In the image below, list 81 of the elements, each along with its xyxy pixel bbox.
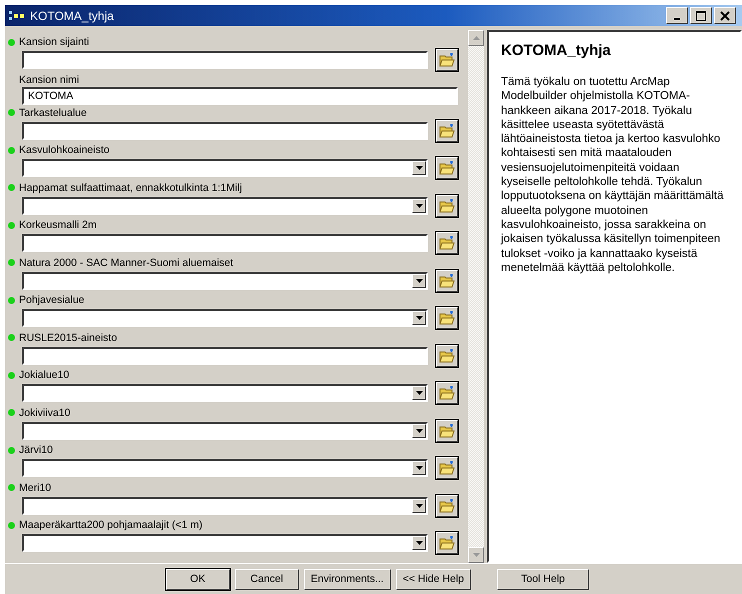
browse-button[interactable] xyxy=(436,382,458,404)
browse-button[interactable] xyxy=(436,420,458,442)
folder-icon xyxy=(439,498,455,512)
parameter-label: Maaperäkartta200 pohjamaalajit (<1 m) xyxy=(19,519,203,531)
dialog-button[interactable]: << Hide Help xyxy=(396,568,471,590)
caret-icon xyxy=(416,316,422,320)
dialog-button[interactable]: OK xyxy=(166,568,230,590)
folder-icon xyxy=(439,161,455,175)
parameter-label: Kansion sijainti xyxy=(19,36,90,48)
maximize-icon xyxy=(696,10,706,20)
browse-button[interactable] xyxy=(436,307,458,329)
parameter-label: RUSLE2015-aineisto xyxy=(19,332,118,344)
folder-icon xyxy=(439,198,455,212)
folder-icon xyxy=(439,236,455,250)
dialog-button[interactable]: Environments... xyxy=(304,568,391,590)
help-text: Tämä työkalu on tuotettu ArcMap Modelbuilder ohjelmistolla KOTOMA-hankkeen aikana 2017-2018. Työkalu käsittelee useasta syötettävästä lähtöaineistosta tietoa ja kertoo kasvulohko kohtaisesti sen mitä maatalouden vesiensuojelutoimenpiteitä voidaan kyseiselle peltolohkolle tehdä. Työkalun lopputuotoksena on käyttäjän määrittämältä alueelta polygone muotoinen kasvulohkoaineisto, jossa sarakkeina on jokaisen työkalussa käsitellyn toimenpiteen tulokset -voiko ja kannattaako kyseistä menetelmää käyttää peltolohkolle. xyxy=(501,75,724,276)
folder-icon xyxy=(439,386,455,400)
down-arrow-icon xyxy=(472,553,480,557)
parameter-label: Happamat sulfaattimaat, ennakkotulkinta 1:1Milj xyxy=(19,182,242,194)
caret-icon xyxy=(416,428,422,432)
browse-button[interactable] xyxy=(436,120,458,142)
parameter-label: Natura 2000 - SAC Manner-Suomi aluemaiset xyxy=(19,256,234,268)
browse-button[interactable] xyxy=(436,157,458,179)
dropdown-field[interactable] xyxy=(22,272,428,290)
tool-help-button[interactable]: Tool Help xyxy=(497,568,589,590)
dropdown-field[interactable] xyxy=(22,459,428,477)
parameter-label: Meri10 xyxy=(19,482,52,494)
minimize-icon xyxy=(674,18,680,20)
maximize-button[interactable] xyxy=(690,7,712,24)
browse-button[interactable] xyxy=(436,532,458,554)
dropdown-field[interactable] xyxy=(22,534,428,552)
dropdown-field[interactable] xyxy=(22,159,428,177)
caret-icon xyxy=(416,541,422,545)
caret-icon xyxy=(416,391,422,395)
browse-button[interactable] xyxy=(436,49,458,71)
parameter-label: Jokiviiva10 xyxy=(19,406,70,418)
caret-icon xyxy=(416,466,422,470)
input-field[interactable] xyxy=(22,122,428,140)
browse-button[interactable] xyxy=(436,194,458,216)
caret-icon xyxy=(416,204,422,208)
minimize-button[interactable] xyxy=(666,7,688,24)
dropdown-field[interactable] xyxy=(22,422,428,440)
window-title: KOTOMA_tyhja xyxy=(30,8,114,22)
input-field[interactable] xyxy=(22,346,428,364)
close-icon xyxy=(720,10,730,20)
parameter-label: Tarkastelualue xyxy=(19,106,87,118)
dialog-button[interactable]: Cancel xyxy=(234,568,299,590)
folder-icon xyxy=(439,536,455,550)
input-field[interactable] xyxy=(22,51,428,69)
folder-icon xyxy=(439,274,455,288)
folder-icon xyxy=(439,124,455,138)
browse-button[interactable] xyxy=(436,494,458,516)
input-field[interactable] xyxy=(22,234,428,252)
dropdown-field[interactable] xyxy=(22,196,428,214)
browse-button[interactable] xyxy=(436,344,458,366)
folder-icon xyxy=(439,53,455,67)
help-title: KOTOMA_tyhja xyxy=(501,42,612,59)
parameter-label: Pohjavesialue xyxy=(19,294,84,306)
input-field[interactable]: KOTOMA xyxy=(22,86,458,104)
folder-icon xyxy=(439,424,455,438)
dots-icon xyxy=(9,10,27,20)
close-button[interactable] xyxy=(714,7,736,24)
browse-button[interactable] xyxy=(436,232,458,254)
dropdown-field[interactable] xyxy=(22,384,428,402)
parameter-label: Kansion nimi xyxy=(19,74,80,86)
dropdown-field[interactable] xyxy=(22,496,428,514)
parameter-label: Jokialue10 xyxy=(19,369,70,381)
browse-button[interactable] xyxy=(436,457,458,479)
caret-icon xyxy=(416,278,422,282)
parameter-label: Järvi10 xyxy=(19,444,53,456)
folder-icon xyxy=(439,461,455,475)
scrollbar[interactable] xyxy=(468,30,484,563)
caret-icon xyxy=(416,166,422,170)
dropdown-field[interactable] xyxy=(22,309,428,327)
parameter-label: Korkeusmalli 2m xyxy=(19,219,97,231)
caret-icon xyxy=(416,504,422,508)
folder-icon xyxy=(439,311,455,325)
browse-button[interactable] xyxy=(436,270,458,292)
folder-icon xyxy=(439,348,455,362)
parameter-label: Kasvulohkoaineisto xyxy=(19,144,110,156)
up-arrow-icon xyxy=(472,36,480,40)
